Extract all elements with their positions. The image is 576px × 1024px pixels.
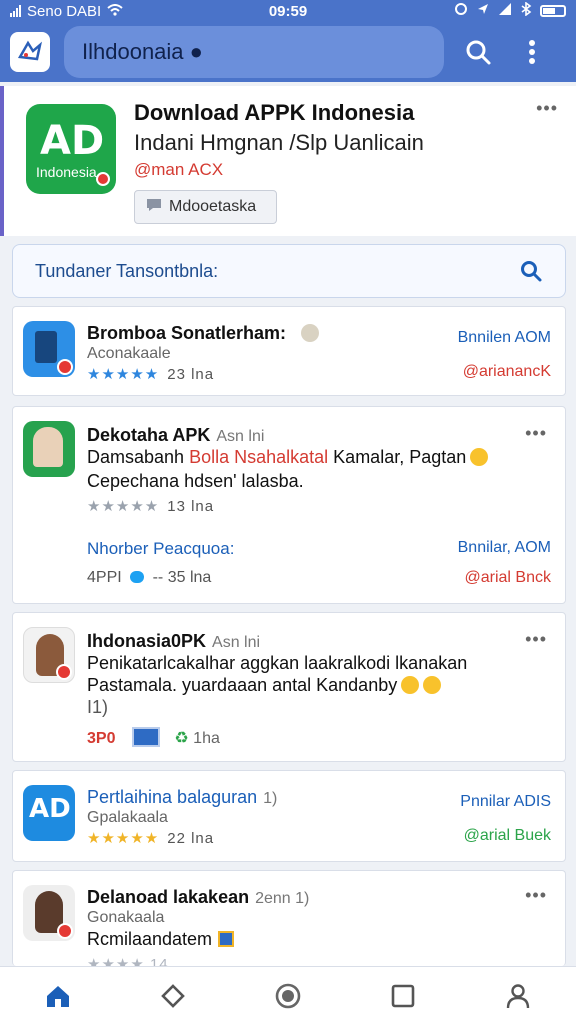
badge-icon — [57, 923, 73, 939]
location-icon — [476, 2, 490, 20]
search-input-text: Ilhdoonaia ● — [82, 39, 203, 64]
item-body-line: Penikatarlcakalhar aggkan laakralkodi lk… — [87, 653, 468, 673]
profile-icon[interactable] — [488, 971, 548, 1021]
item-body: Rcmilaandatem — [87, 929, 547, 950]
battery-icon — [540, 5, 566, 17]
search-icon[interactable] — [519, 259, 543, 288]
list-item[interactable]: Delanoad lakakean 2enn 1) ••• Gonakaala R… — [12, 870, 566, 973]
more-icon[interactable]: ••• — [536, 98, 558, 119]
hero-card: AD Indonesia Download APPK Indonesia Ind… — [0, 86, 576, 236]
hero-button-label: Mdooetaska — [169, 198, 257, 215]
item-meta: 3P0 ♻ 1ha — [87, 727, 220, 748]
item-meta: Gpalakaala — [87, 809, 168, 826]
item-meta: 4PPI -- 35 lna — [87, 569, 212, 586]
hero-brand[interactable]: @man ACX — [134, 160, 223, 180]
more-icon[interactable]: ••• — [525, 629, 547, 650]
item-right-top[interactable]: Pnnilar ADIS — [460, 793, 551, 811]
twitter-icon — [130, 571, 145, 583]
bottom-nav — [0, 966, 576, 1024]
list-item[interactable]: Dekotaha APK Asn lni ••• Damsabanh Bolla … — [12, 406, 566, 604]
rating-count: 23 lna — [167, 366, 215, 383]
item-body-line2: Pastamala. yuardaaan antal Kandanby — [87, 675, 547, 696]
filter-label: Tundaner Tansontbnla: — [35, 260, 219, 281]
hero-icon-caption: Indonesia — [36, 164, 97, 180]
item-title: Delanoad lakakean 2enn 1) — [87, 887, 310, 907]
hero-subtitle: Indani Hmgnan /Slp Uanlicain — [134, 130, 424, 155]
item-right-top[interactable]: Bnnilen AOM — [458, 329, 551, 347]
filter-bar[interactable]: Tundaner Tansontbnla: — [12, 244, 566, 298]
hero-app-icon[interactable]: AD Indonesia — [26, 104, 116, 194]
app-logo-icon[interactable] — [10, 32, 50, 72]
chat-icon — [145, 197, 163, 218]
rating-stars: ★★★★★ 13 lna — [87, 498, 215, 515]
carrier-label: Seno DABI — [27, 2, 102, 20]
item-right-mid[interactable]: Bnnilar, AOM — [458, 539, 551, 557]
item-right-bottom[interactable]: @arial Bnck — [465, 569, 552, 587]
recycle-icon: ♻ — [174, 730, 189, 747]
item-title: Pertlaihina balaguran 1) — [87, 787, 278, 807]
emoji-icon — [423, 676, 442, 694]
list-item[interactable]: Ihdonasia0PK Asn lni ••• Penikatarlcakalh… — [12, 612, 566, 762]
avatar[interactable] — [23, 885, 75, 941]
wifi-icon — [107, 3, 123, 20]
item-body: Damsabanh Bolla Nsahalkatal Kamalar, Pag… — [87, 447, 547, 468]
rating-count: 22 lna — [167, 830, 215, 847]
diamond-icon[interactable] — [143, 971, 203, 1021]
app-thumbnail[interactable]: AD — [23, 785, 75, 841]
item-title: Dekotaha APK Asn lni — [87, 425, 265, 445]
rating-stars: ★★★★★ 23 lna — [87, 366, 215, 383]
hero-icon-letters: AD — [40, 118, 105, 164]
avatar[interactable] — [23, 627, 75, 683]
signal-bars-icon — [498, 2, 512, 20]
hero-title: Download APPK Indonesia — [134, 100, 415, 125]
item-body-line3: I1) — [87, 697, 109, 717]
item-body-line: Cepechana hdsen' lalasba. — [87, 471, 304, 491]
rating-count: 13 lna — [167, 498, 215, 515]
rating-stars: ★★★★★ 22 lna — [87, 830, 215, 847]
badge-icon — [57, 359, 73, 375]
square-icon[interactable] — [373, 971, 433, 1021]
image-icon — [218, 931, 235, 947]
more-icon[interactable]: ••• — [525, 885, 547, 906]
more-vert-icon[interactable] — [512, 32, 552, 72]
item-title: Bromboa Sonatlerham: — [87, 323, 320, 344]
list-item[interactable]: AD Pertlaihina balaguran 1) Gpalakaala ★★… — [12, 770, 566, 862]
circle-icon[interactable] — [258, 971, 318, 1021]
app-bar: Ilhdoonaia ● — [0, 22, 576, 82]
home-icon[interactable] — [28, 971, 88, 1021]
search-input[interactable]: Ilhdoonaia ● — [64, 26, 444, 78]
bluetooth-icon — [520, 1, 532, 20]
item-meta: Aconakaale — [87, 345, 171, 362]
item-right-bottom[interactable]: @arianancK — [463, 363, 551, 381]
badge-icon — [56, 664, 72, 680]
avatar[interactable] — [23, 421, 75, 477]
item-title: Ihdonasia0PK Asn lni — [87, 631, 261, 651]
alarm-icon — [454, 2, 468, 20]
badge-icon — [96, 172, 110, 186]
image-icon — [131, 727, 160, 747]
verified-icon — [301, 324, 320, 342]
item-meta: Gonakaala — [87, 909, 165, 926]
list-item[interactable]: Bromboa Sonatlerham: Aconakaale ★★★★★ 23 … — [12, 306, 566, 396]
emoji-icon — [401, 676, 420, 694]
hero-action-button[interactable]: Mdooetaska — [134, 190, 277, 224]
app-thumbnail[interactable] — [23, 321, 75, 377]
status-bar: Seno DABI 09:59 — [0, 0, 576, 22]
signal-icon — [10, 5, 21, 17]
app-thumbnail-letters: AD — [29, 794, 71, 824]
emoji-icon — [470, 448, 489, 466]
search-icon[interactable] — [458, 32, 498, 72]
more-icon[interactable]: ••• — [525, 423, 547, 444]
item-right-bottom[interactable]: @arial Buek — [464, 827, 551, 845]
status-time: 09:59 — [268, 2, 308, 20]
